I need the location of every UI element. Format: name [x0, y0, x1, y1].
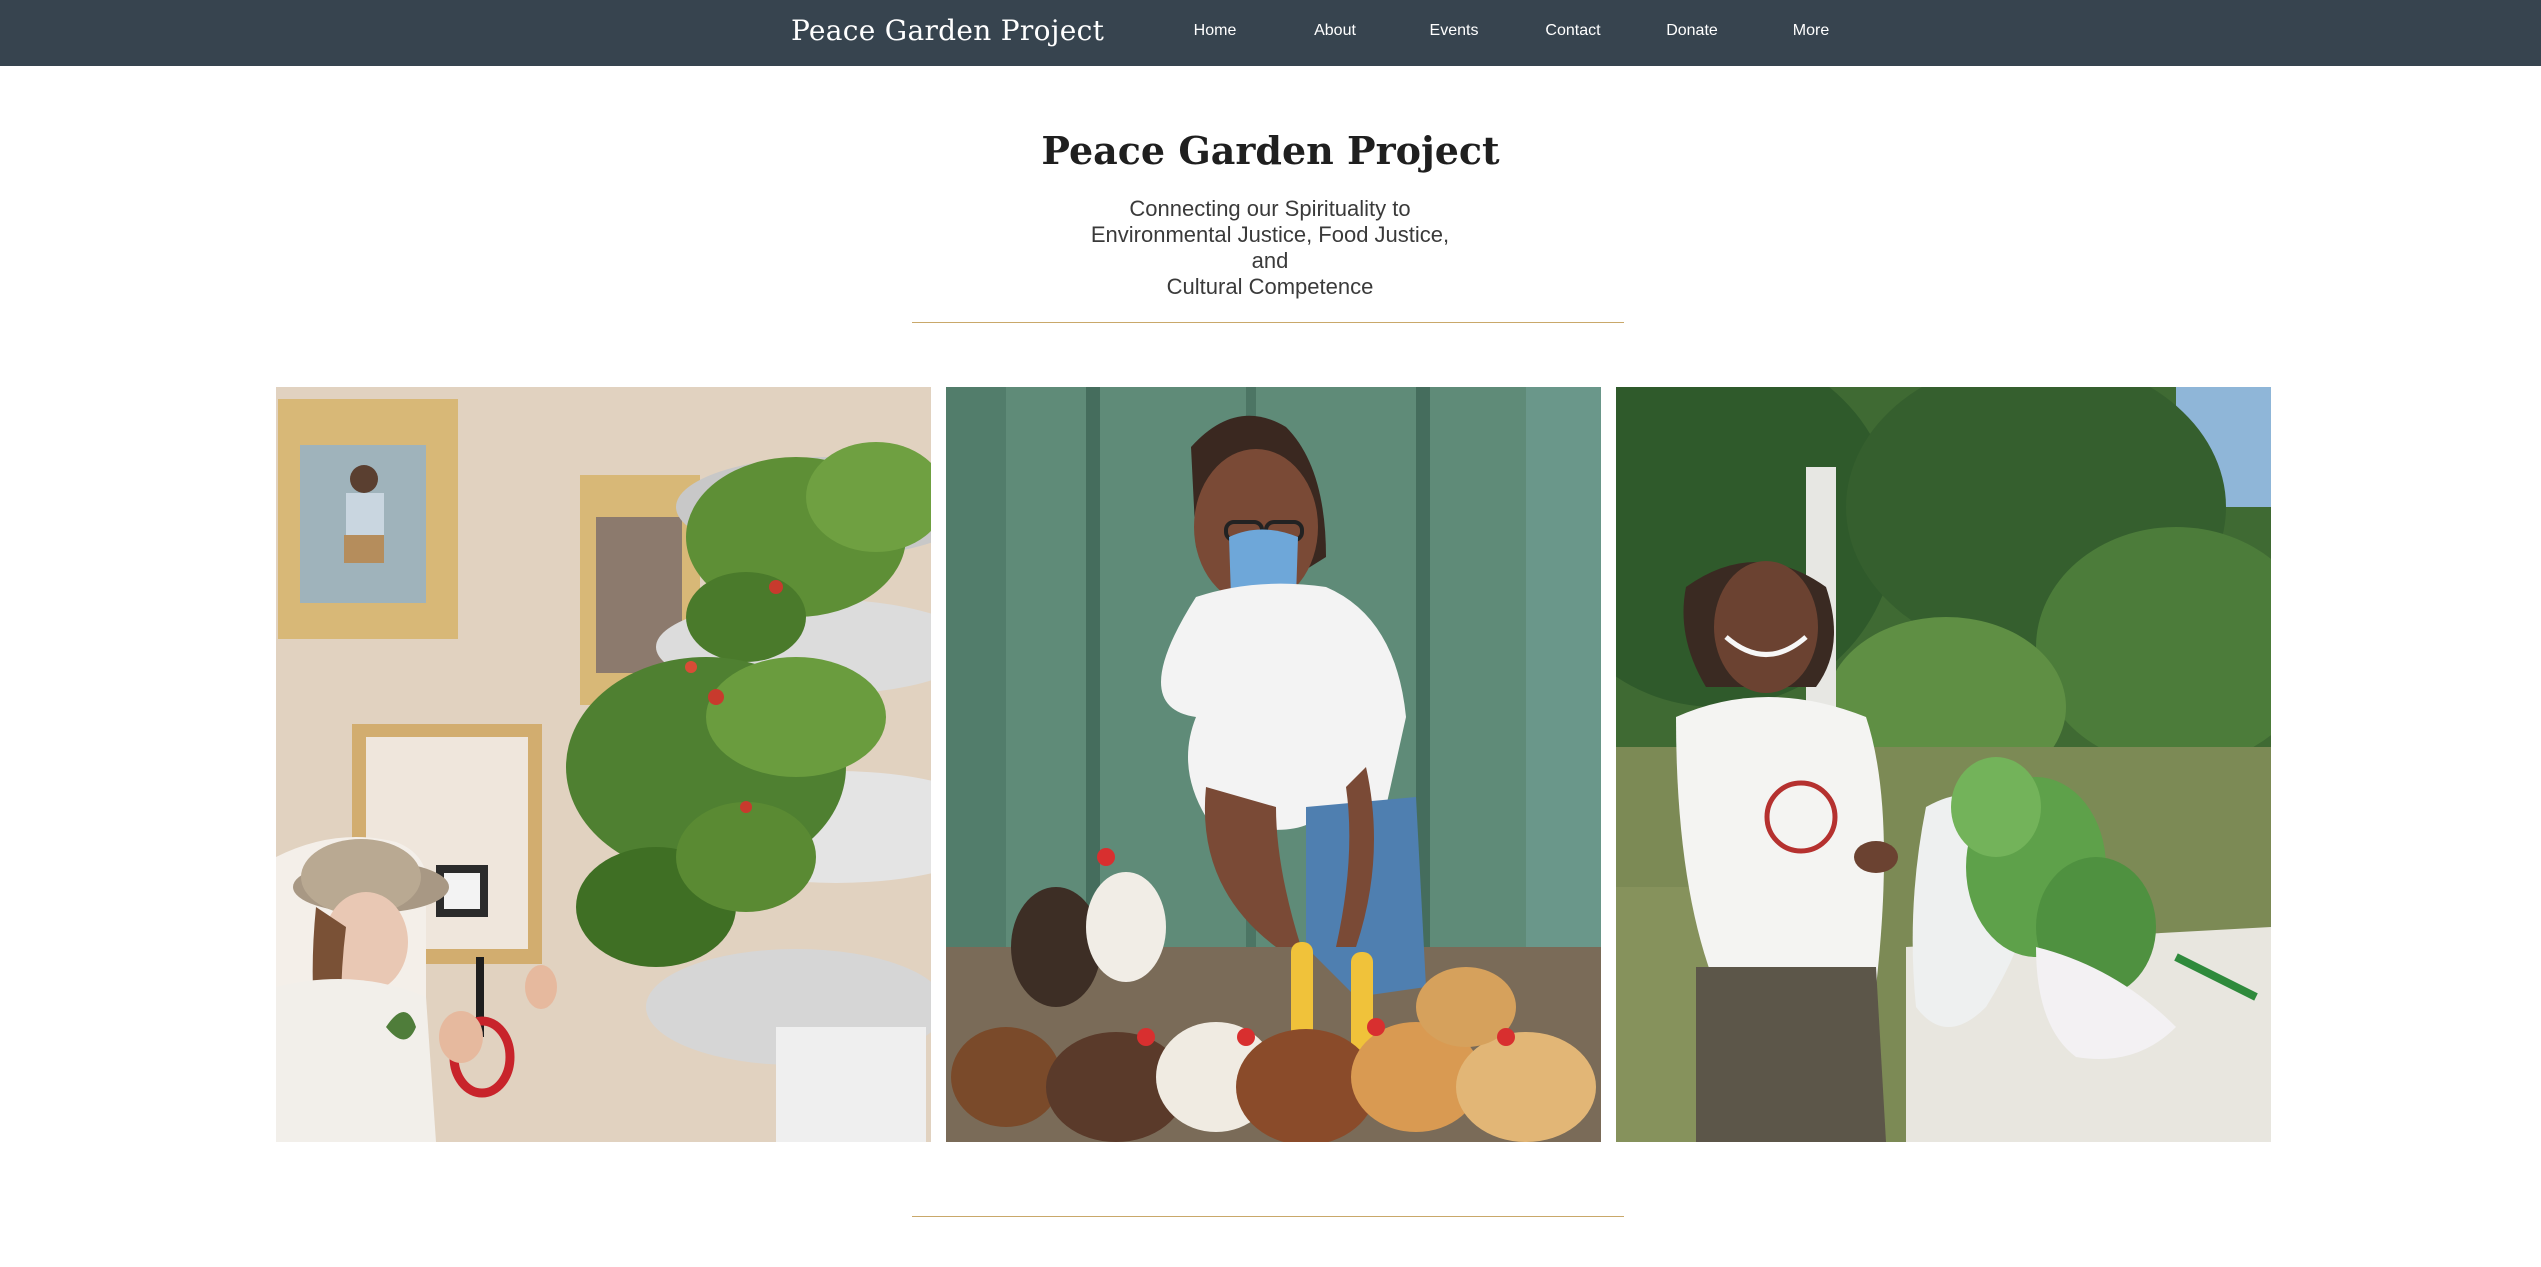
section-divider-bottom [912, 1216, 1624, 1217]
nav-about[interactable]: About [1280, 22, 1390, 40]
nav-more[interactable]: More [1756, 22, 1866, 40]
greens-harvest-photo[interactable] [1616, 387, 2271, 1142]
site-title-link[interactable]: Peace Garden Project [791, 14, 1104, 47]
nav-events[interactable]: Events [1399, 22, 1509, 40]
tagline-line: Connecting our Spirituality to [1129, 196, 1411, 221]
nav-donate[interactable]: Donate [1637, 22, 1747, 40]
tagline-line: Cultural Competence [1166, 274, 1374, 299]
chicken-feeding-photo[interactable] [946, 387, 1601, 1142]
page-title: Peace Garden Project [1041, 128, 1500, 173]
nav-home[interactable]: Home [1160, 22, 1270, 40]
nav-contact[interactable]: Contact [1518, 22, 1628, 40]
top-navigation-bar: Peace Garden Project Home About Events C… [0, 0, 2541, 66]
tagline-line: Environmental Justice, Food Justice, and [1090, 222, 1450, 273]
garden-tower-harvest-photo[interactable] [276, 387, 931, 1142]
tagline: Connecting our Spirituality to Environme… [1070, 196, 1470, 300]
section-divider-top [912, 322, 1624, 323]
